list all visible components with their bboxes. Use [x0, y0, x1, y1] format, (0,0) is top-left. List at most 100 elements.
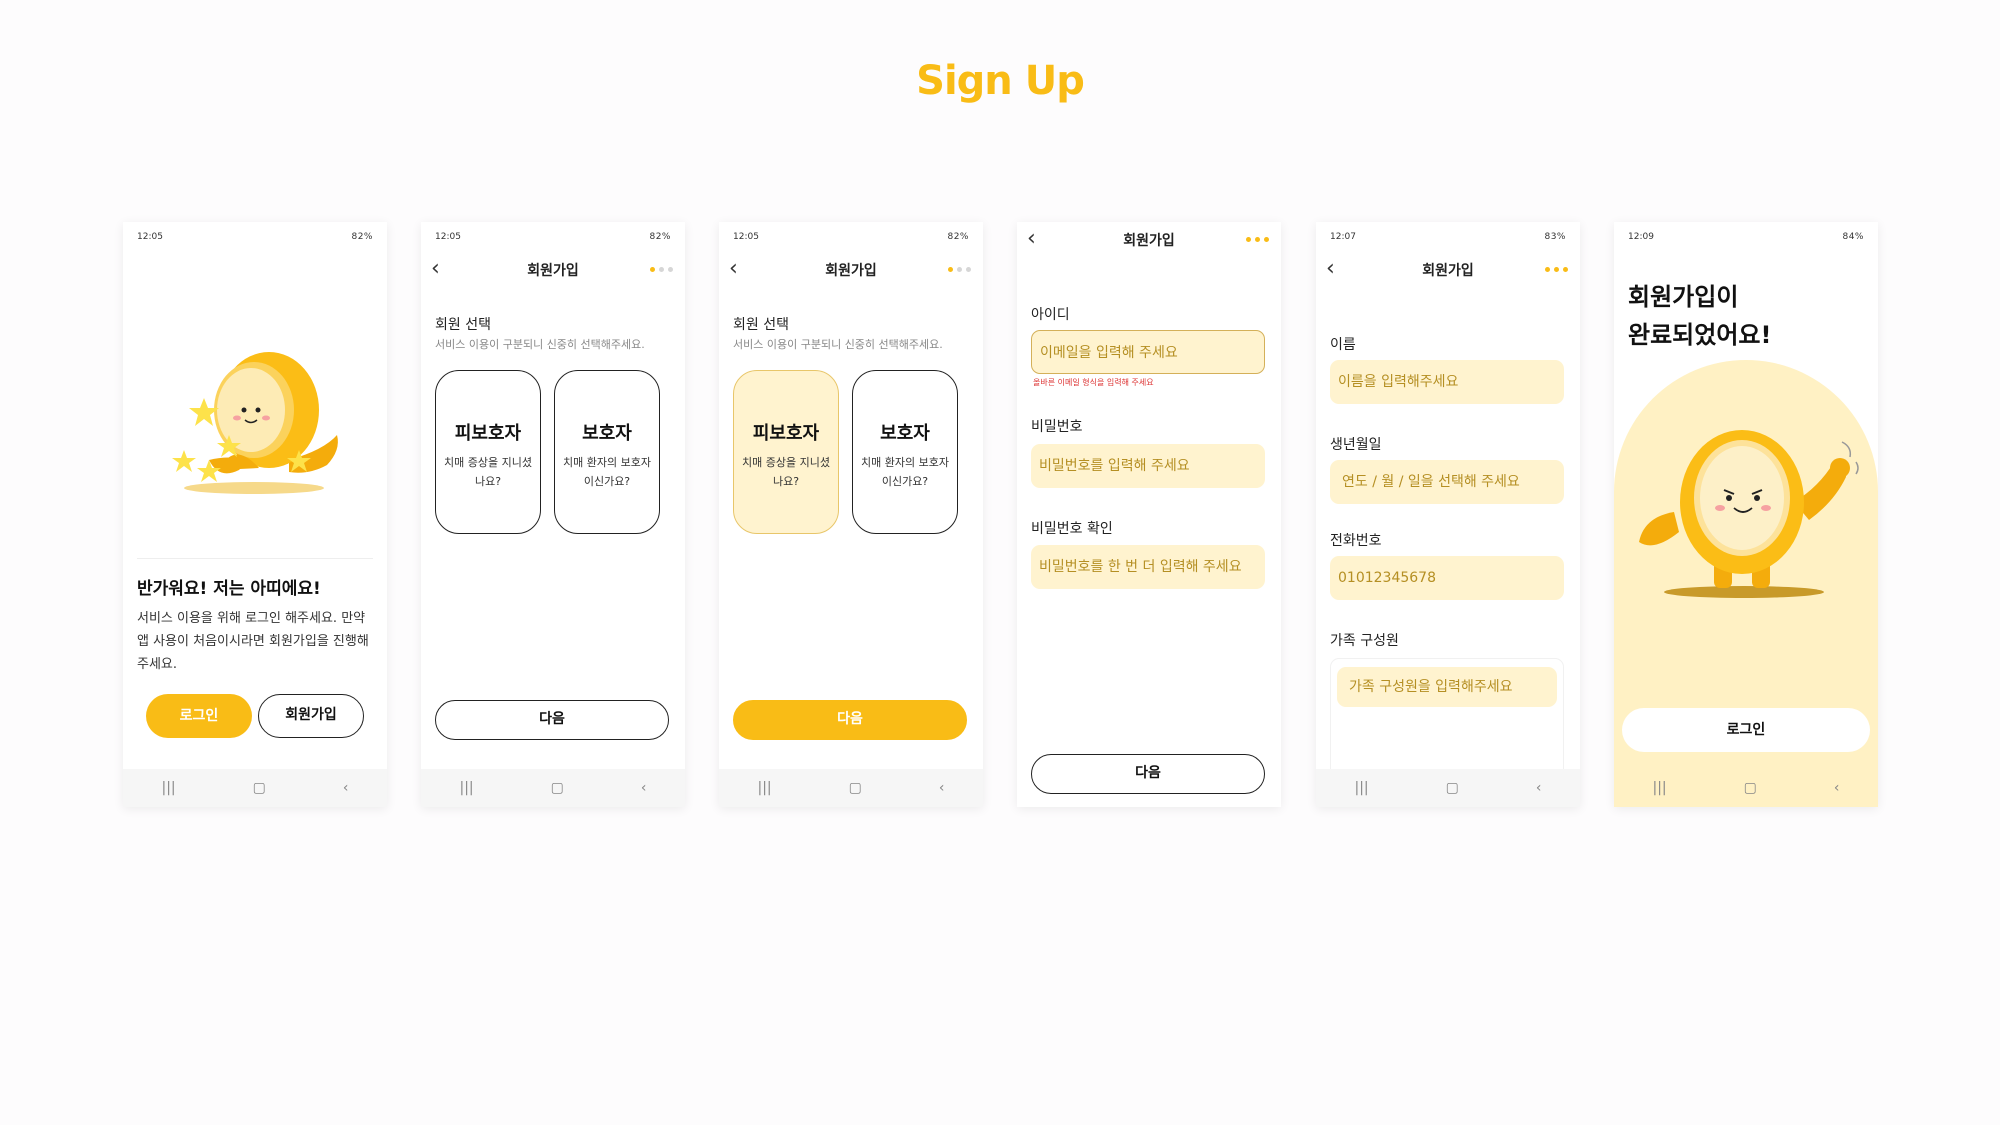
- complete-heading-line2: 완료되었어요!: [1628, 321, 1772, 349]
- status-bar: 12:05 82%: [733, 230, 969, 244]
- option-guardian[interactable]: 보호자 치매 환자의 보호자이신가요?: [852, 370, 958, 534]
- app-bar: ‹ 회원가입: [1017, 226, 1281, 256]
- screen-profile: 12:07 83% ‹ 회원가입 이름 이름을 입력해주세요 생년월일 연도 /…: [1316, 222, 1580, 807]
- phone-input[interactable]: 01012345678: [1330, 556, 1564, 600]
- appbar-title: 회원가입: [1422, 263, 1474, 279]
- page-title: Sign Up: [916, 58, 1085, 104]
- complete-heading: 회원가입이 완료되었어요!: [1628, 278, 1771, 354]
- step-indicator: [948, 267, 971, 272]
- recent-apps-icon[interactable]: |||: [1653, 780, 1667, 796]
- appbar-title: 회원가입: [1123, 233, 1175, 249]
- step-indicator: [1545, 267, 1568, 272]
- step-indicator: [650, 267, 673, 272]
- recent-apps-icon[interactable]: |||: [1355, 780, 1369, 796]
- step-dot: [966, 267, 971, 272]
- family-label: 가족 구성원: [1330, 633, 1399, 649]
- option-ward-desc: 치매 증상을 지니셨나요?: [444, 456, 532, 488]
- status-bar: 12:09 84%: [1628, 230, 1864, 244]
- email-input[interactable]: 이메일을 입력해 주세요: [1031, 330, 1265, 374]
- option-ward-selected[interactable]: 피보호자 치매 증상을 지니셨나요?: [733, 370, 839, 534]
- appbar-title: 회원가입: [527, 263, 579, 279]
- password-confirm-label: 비밀번호 확인: [1031, 521, 1113, 537]
- step-dot: [659, 267, 664, 272]
- screen-welcome: 12:05 82% 반가워요! 저는 아띠에요! 서비스 이용을 위해 로그인 …: [123, 222, 387, 807]
- option-ward-title: 피보호자: [454, 423, 522, 444]
- password-confirm-input[interactable]: 비밀번호를 한 번 더 입력해 주세요: [1031, 545, 1265, 589]
- status-time: 12:05: [733, 232, 759, 242]
- login-button[interactable]: 로그인: [1622, 708, 1870, 752]
- option-guardian-title: 보호자: [880, 423, 930, 444]
- family-member-input[interactable]: 가족 구성원을 입력해주세요: [1337, 667, 1557, 707]
- birthdate-label: 생년월일: [1330, 437, 1382, 453]
- step-dot-active: [1545, 267, 1550, 272]
- system-nav-bar: ||| ▢ ‹: [1316, 769, 1580, 807]
- next-button[interactable]: 다음: [733, 700, 967, 740]
- section-label: 회원 선택: [435, 317, 491, 333]
- next-button[interactable]: 다음: [1031, 754, 1265, 794]
- home-icon[interactable]: ▢: [1744, 780, 1757, 796]
- system-nav-bar: ||| ▢ ‹: [1614, 769, 1878, 807]
- back-nav-icon[interactable]: ‹: [939, 780, 945, 796]
- appbar-title: 회원가입: [825, 263, 877, 279]
- password-label: 비밀번호: [1031, 419, 1083, 435]
- step-dot-active: [948, 267, 953, 272]
- step-dot-active: [1563, 267, 1568, 272]
- status-time: 12:07: [1330, 232, 1356, 242]
- status-battery: 84%: [1842, 232, 1864, 242]
- recent-apps-icon[interactable]: |||: [460, 780, 474, 796]
- screen-type-selected: 12:05 82% ‹ 회원가입 회원 선택 서비스 이용이 구분되니 신중히 …: [719, 222, 983, 807]
- section-subtitle: 서비스 이용이 구분되니 신중히 선택해주세요.: [435, 338, 645, 351]
- status-battery: 82%: [351, 232, 373, 242]
- phone-label: 전화번호: [1330, 533, 1382, 549]
- back-nav-icon[interactable]: ‹: [1834, 780, 1840, 796]
- login-button[interactable]: 로그인: [146, 694, 252, 738]
- back-nav-icon[interactable]: ‹: [343, 780, 349, 796]
- option-guardian-desc: 치매 환자의 보호자이신가요?: [861, 456, 949, 488]
- status-battery: 82%: [649, 232, 671, 242]
- mascot-waving-illustration: [1639, 430, 1859, 598]
- app-bar: ‹ 회원가입: [421, 256, 685, 286]
- step-dot-active: [1255, 237, 1260, 242]
- system-nav-bar: ||| ▢ ‹: [719, 769, 983, 807]
- step-dot: [957, 267, 962, 272]
- next-button[interactable]: 다음: [435, 700, 669, 740]
- birthdate-picker[interactable]: 연도 / 월 / 일을 선택해 주세요: [1330, 460, 1564, 504]
- back-nav-icon[interactable]: ‹: [641, 780, 647, 796]
- home-icon[interactable]: ▢: [253, 780, 266, 796]
- status-time: 12:05: [137, 232, 163, 242]
- step-dot-active: [650, 267, 655, 272]
- name-input[interactable]: 이름을 입력해주세요: [1330, 360, 1564, 404]
- status-battery: 82%: [947, 232, 969, 242]
- option-guardian[interactable]: 보호자 치매 환자의 보호자이신가요?: [554, 370, 660, 534]
- status-bar: 12:05 82%: [137, 230, 373, 244]
- app-bar: ‹ 회원가입: [1316, 256, 1580, 286]
- back-nav-icon[interactable]: ‹: [1536, 780, 1542, 796]
- name-label: 이름: [1330, 337, 1356, 353]
- status-bar: 12:05 82%: [435, 230, 671, 244]
- recent-apps-icon[interactable]: |||: [758, 780, 772, 796]
- home-icon[interactable]: ▢: [849, 780, 862, 796]
- email-error-text: 올바른 이메일 형식을 입력해 주세요: [1033, 378, 1154, 387]
- family-members-box: 가족 구성원을 입력해주세요: [1330, 658, 1564, 778]
- password-input[interactable]: 비밀번호를 입력해 주세요: [1031, 444, 1265, 488]
- option-ward-title: 피보호자: [752, 423, 820, 444]
- screen-type-select: 12:05 82% ‹ 회원가입 회원 선택 서비스 이용이 구분되니 신중히 …: [421, 222, 685, 807]
- status-time: 12:05: [435, 232, 461, 242]
- step-dot-active: [1554, 267, 1559, 272]
- home-icon[interactable]: ▢: [1446, 780, 1459, 796]
- app-bar: ‹ 회원가입: [719, 256, 983, 286]
- status-bar: 12:07 83%: [1330, 230, 1566, 244]
- recent-apps-icon[interactable]: |||: [162, 780, 176, 796]
- welcome-heading: 반가워요! 저는 아띠에요!: [137, 579, 321, 599]
- home-icon[interactable]: ▢: [551, 780, 564, 796]
- step-indicator: [1246, 237, 1269, 242]
- section-label: 회원 선택: [733, 317, 789, 333]
- signup-button[interactable]: 회원가입: [258, 694, 364, 738]
- step-dot-active: [1246, 237, 1251, 242]
- status-battery: 83%: [1544, 232, 1566, 242]
- divider: [137, 558, 373, 559]
- option-ward[interactable]: 피보호자 치매 증상을 지니셨나요?: [435, 370, 541, 534]
- section-subtitle: 서비스 이용이 구분되니 신중히 선택해주세요.: [733, 338, 943, 351]
- system-nav-bar: ||| ▢ ‹: [123, 769, 387, 807]
- option-ward-desc: 치매 증상을 지니셨나요?: [742, 456, 830, 488]
